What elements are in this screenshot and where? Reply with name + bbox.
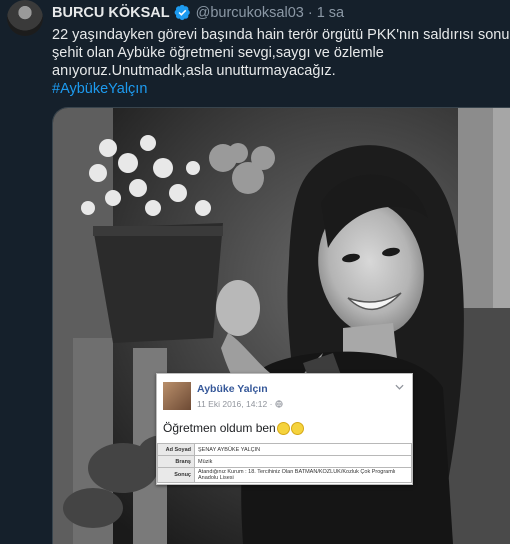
table-cell-label: Branş — [157, 455, 195, 468]
hashtag-link[interactable]: #AybükeYalçın — [52, 80, 502, 98]
verified-badge-icon — [174, 4, 190, 21]
smile-emoji-icon — [290, 421, 304, 435]
fb-date-text: 11 Eki 2016, 14:12 · — [197, 399, 275, 409]
smile-emoji-icon — [276, 421, 290, 435]
tweet-text-line: şehit olan Aybüke öğretmeni sevgi,saygı … — [52, 45, 384, 61]
globe-icon — [275, 400, 283, 408]
table-cell-label: Sonuç — [157, 467, 195, 483]
table-cell-value: ŞENAY AYBÜKE YALÇIN — [194, 443, 412, 456]
tweet-text-line: 22 yaşındayken görevi başında hain terör… — [52, 27, 510, 43]
tweet-header: BURCU KÖKSAL @burcukoksal03 · 1 sa — [52, 4, 344, 21]
fb-profile-avatar — [163, 382, 191, 410]
appointment-table: Ad Soyad ŞENAY AYBÜKE YALÇIN Branş Müzik… — [157, 443, 412, 483]
author-handle[interactable]: @burcukoksal03 — [196, 5, 304, 21]
separator-dot: · — [307, 4, 313, 21]
fb-post-date: 11 Eki 2016, 14:12 · — [197, 399, 283, 409]
fb-author-name: Aybüke Yalçın — [197, 383, 268, 395]
table-row: Sonuç Atandığınız Kurum : 18. Tercihiniz… — [157, 467, 412, 483]
tweet-text: 22 yaşındayken görevi başında hain terör… — [52, 26, 510, 98]
embedded-facebook-post: Aybüke Yalçın 11 Eki 2016, 14:12 · Öğret… — [156, 373, 413, 485]
author-name[interactable]: BURCU KÖKSAL — [52, 5, 170, 21]
table-cell-value: Atandığınız Kurum : 18. Tercihiniz Olan … — [194, 467, 412, 483]
chevron-down-icon — [395, 382, 404, 392]
table-cell-label: Ad Soyad — [157, 443, 195, 456]
table-row: Ad Soyad ŞENAY AYBÜKE YALÇIN — [157, 443, 412, 456]
fb-status-text: Öğretmen oldum ben — [163, 421, 304, 435]
tweet-timestamp[interactable]: 1 sa — [317, 5, 344, 21]
tweet-text-line: anıyoruz.Unutmadık,asla unutturmayacağız… — [52, 63, 336, 79]
author-avatar[interactable] — [7, 0, 43, 36]
table-row: Branş Müzik — [157, 455, 412, 468]
tweet-media-image[interactable]: Aybüke Yalçın 11 Eki 2016, 14:12 · Öğret… — [52, 107, 510, 544]
table-cell-value: Müzik — [194, 455, 412, 468]
fb-status-label: Öğretmen oldum ben — [163, 421, 276, 435]
